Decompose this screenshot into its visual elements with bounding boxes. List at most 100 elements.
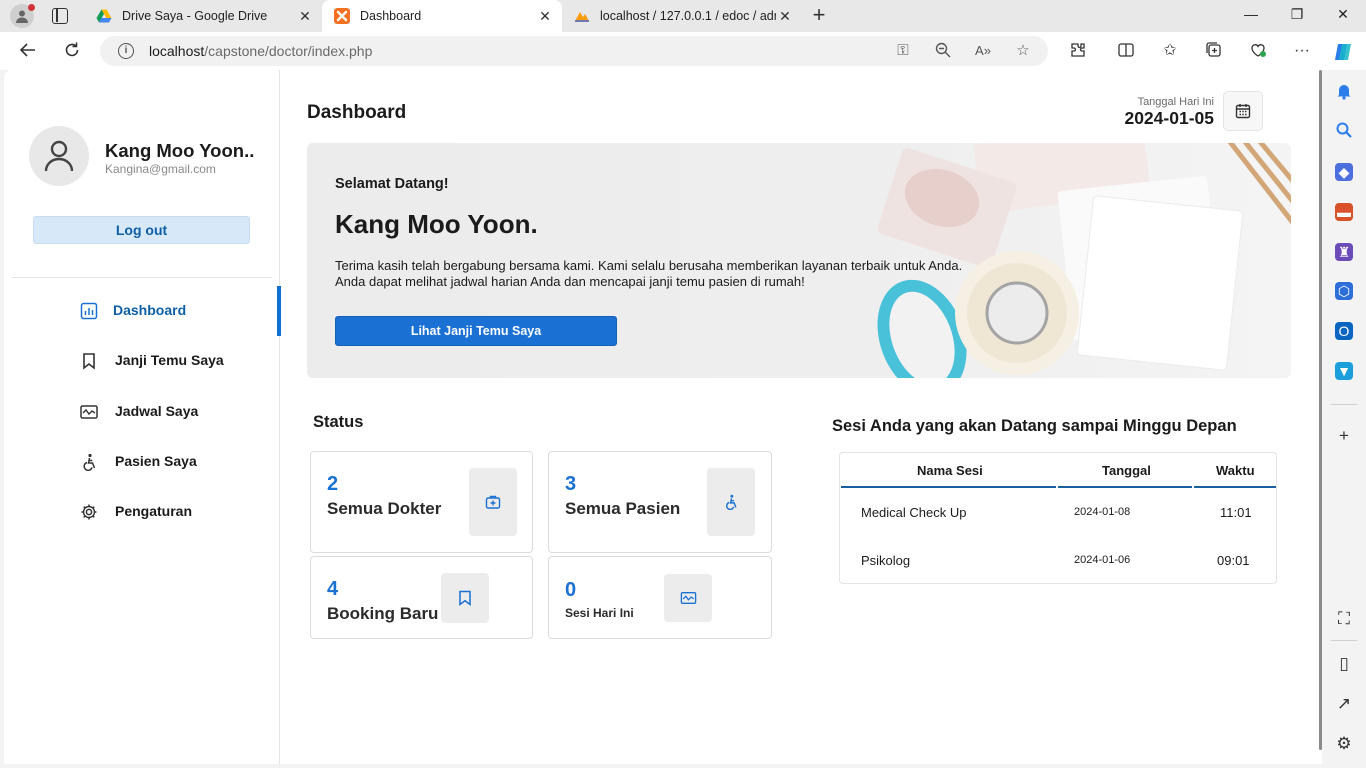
- page-title: Dashboard: [307, 102, 407, 123]
- notification-dot: [28, 4, 35, 11]
- extensions-icon[interactable]: [1068, 41, 1088, 61]
- drop-icon[interactable]: ▼: [1335, 362, 1353, 380]
- tab-actions-icon[interactable]: [52, 8, 68, 24]
- split-screen-icon[interactable]: [1116, 41, 1136, 61]
- profile-avatar-button[interactable]: [10, 4, 35, 28]
- stat-value: 2: [327, 473, 339, 495]
- calendar-button[interactable]: [1223, 91, 1263, 131]
- bookmark-icon: [83, 353, 95, 370]
- browser-essentials-icon[interactable]: [1248, 41, 1268, 61]
- app-sidebar: Kang Moo Yoon.. Kangina@gmail.com Log ou…: [4, 70, 281, 764]
- logout-button[interactable]: Log out: [33, 216, 250, 244]
- gear-icon: [81, 504, 97, 520]
- session-date-cell: 2024-01-08: [1074, 506, 1131, 518]
- welcome-banner: Selamat Datang! Kang Moo Yoon. Terima ka…: [307, 143, 1291, 378]
- welcome-greeting: Selamat Datang!: [335, 176, 449, 192]
- screenshot-icon[interactable]: ⛶: [1334, 609, 1354, 629]
- sidebar-divider: [12, 277, 272, 278]
- table-header-session-name: Nama Sesi: [917, 463, 983, 478]
- browser-tab-strip: Drive Saya - Google Drive ✕ Dashboard ✕ …: [0, 0, 1366, 32]
- sidebar-item-label: Pasien Saya: [115, 453, 197, 469]
- sidebar-settings-icon[interactable]: ⚙: [1334, 734, 1354, 754]
- outlook-icon[interactable]: O: [1335, 322, 1353, 340]
- refresh-button[interactable]: [62, 41, 82, 61]
- close-tab-icon[interactable]: ✕: [296, 8, 314, 25]
- edge-sidebar-separator: [1331, 404, 1357, 405]
- tab-title: Drive Saya - Google Drive: [122, 9, 268, 23]
- browser-tab-phpmyadmin[interactable]: localhost / 127.0.0.1 / edoc / adm ✕: [562, 0, 802, 32]
- favorites-icon[interactable]: ✩: [1160, 41, 1180, 61]
- stat-value: 4: [327, 578, 339, 600]
- arrow-left-icon: [19, 43, 35, 57]
- hide-sidebar-icon[interactable]: ▯: [1334, 654, 1354, 674]
- stat-value: 0: [565, 579, 577, 601]
- xampp-icon: [334, 8, 350, 24]
- sidebar-item-label: Jadwal Saya: [115, 403, 199, 419]
- tools-briefcase-icon[interactable]: ▬: [1335, 203, 1353, 221]
- sidebar-item-label: Dashboard: [113, 302, 187, 318]
- restore-button[interactable]: ❐: [1274, 6, 1320, 23]
- today-date-label: Tanggal Hari Ini: [1137, 96, 1214, 108]
- sidebar-item-dashboard[interactable]: Dashboard: [4, 286, 281, 336]
- site-info-icon[interactable]: i: [118, 43, 134, 59]
- bookmark-icon: [459, 590, 471, 606]
- browser-tab-google-drive[interactable]: Drive Saya - Google Drive ✕: [84, 0, 322, 32]
- more-options-icon[interactable]: ···: [1292, 41, 1312, 61]
- schedule-icon: [680, 592, 696, 604]
- close-tab-icon[interactable]: ✕: [776, 8, 794, 25]
- games-icon[interactable]: ♜: [1335, 243, 1353, 261]
- notifications-bell-icon[interactable]: [1334, 82, 1354, 102]
- collections-icon[interactable]: [1204, 41, 1224, 61]
- wheelchair-icon: [726, 494, 737, 510]
- tab-title: localhost / 127.0.0.1 / edoc / adm: [600, 9, 776, 23]
- back-button[interactable]: [18, 41, 38, 61]
- status-title: Status: [313, 413, 364, 431]
- main-content: Dashboard Tanggal Hari Ini 2024-01-05 Se…: [280, 70, 1319, 764]
- close-window-button[interactable]: ✕: [1320, 6, 1366, 23]
- view-appointments-button[interactable]: Lihat Janji Temu Saya: [335, 316, 617, 346]
- stat-value: 3: [565, 473, 577, 495]
- browser-tab-dashboard[interactable]: Dashboard ✕: [322, 0, 562, 32]
- stat-card-patients[interactable]: 3 Semua Pasien: [548, 451, 772, 553]
- stat-icon-box: [664, 574, 712, 622]
- key-icon[interactable]: ⚿: [894, 42, 912, 60]
- stat-card-doctors[interactable]: 2 Semua Dokter: [310, 451, 533, 553]
- copilot-icon[interactable]: [1332, 41, 1352, 61]
- page-scrollbar-thumb[interactable]: [1319, 70, 1322, 750]
- sidebar-item-janji-temu[interactable]: Janji Temu Saya: [4, 336, 280, 386]
- table-header-underline: [1194, 486, 1276, 488]
- read-aloud-icon[interactable]: A»: [974, 42, 992, 60]
- stat-label: Sesi Hari Ini: [565, 606, 634, 620]
- open-external-icon[interactable]: ↗: [1334, 694, 1354, 714]
- favorite-star-icon[interactable]: ☆: [1014, 42, 1032, 60]
- sidebar-item-jadwal[interactable]: Jadwal Saya: [4, 387, 280, 437]
- table-header-underline: [841, 486, 1056, 488]
- table-header-time: Waktu: [1216, 463, 1255, 478]
- sidebar-item-pasien[interactable]: Pasien Saya: [4, 437, 280, 487]
- stat-icon-box: [441, 573, 489, 623]
- close-tab-icon[interactable]: ✕: [536, 8, 554, 25]
- stat-card-new-bookings[interactable]: 4 Booking Baru: [310, 556, 533, 639]
- shopping-tag-icon[interactable]: ◆: [1335, 163, 1353, 181]
- search-icon[interactable]: [1334, 121, 1354, 141]
- welcome-description: Terima kasih telah bergabung bersama kam…: [335, 258, 1015, 290]
- medical-bag-icon: [485, 495, 501, 509]
- microsoft365-icon[interactable]: ⬡: [1335, 282, 1353, 300]
- zoom-out-icon[interactable]: [934, 42, 952, 60]
- url-field[interactable]: i localhost/capstone/doctor/index.php ⚿ …: [100, 36, 1048, 66]
- stat-label: Semua Pasien: [565, 499, 681, 518]
- new-tab-button[interactable]: +: [808, 4, 830, 26]
- schedule-icon: [80, 405, 98, 419]
- tab-title: Dashboard: [360, 9, 422, 23]
- user-icon: [44, 140, 74, 172]
- minimize-button[interactable]: —: [1228, 6, 1274, 22]
- stat-icon-box: [469, 468, 517, 536]
- edge-sidebar-separator: [1331, 640, 1357, 641]
- table-header-underline: [1058, 486, 1192, 488]
- sidebar-item-pengaturan[interactable]: Pengaturan: [4, 487, 280, 537]
- session-time-cell: 11:01: [1220, 505, 1252, 520]
- add-icon[interactable]: +: [1334, 426, 1354, 446]
- person-icon: [16, 10, 28, 23]
- stat-icon-box: [707, 468, 755, 536]
- stat-card-today-sessions[interactable]: 0 Sesi Hari Ini: [548, 556, 772, 639]
